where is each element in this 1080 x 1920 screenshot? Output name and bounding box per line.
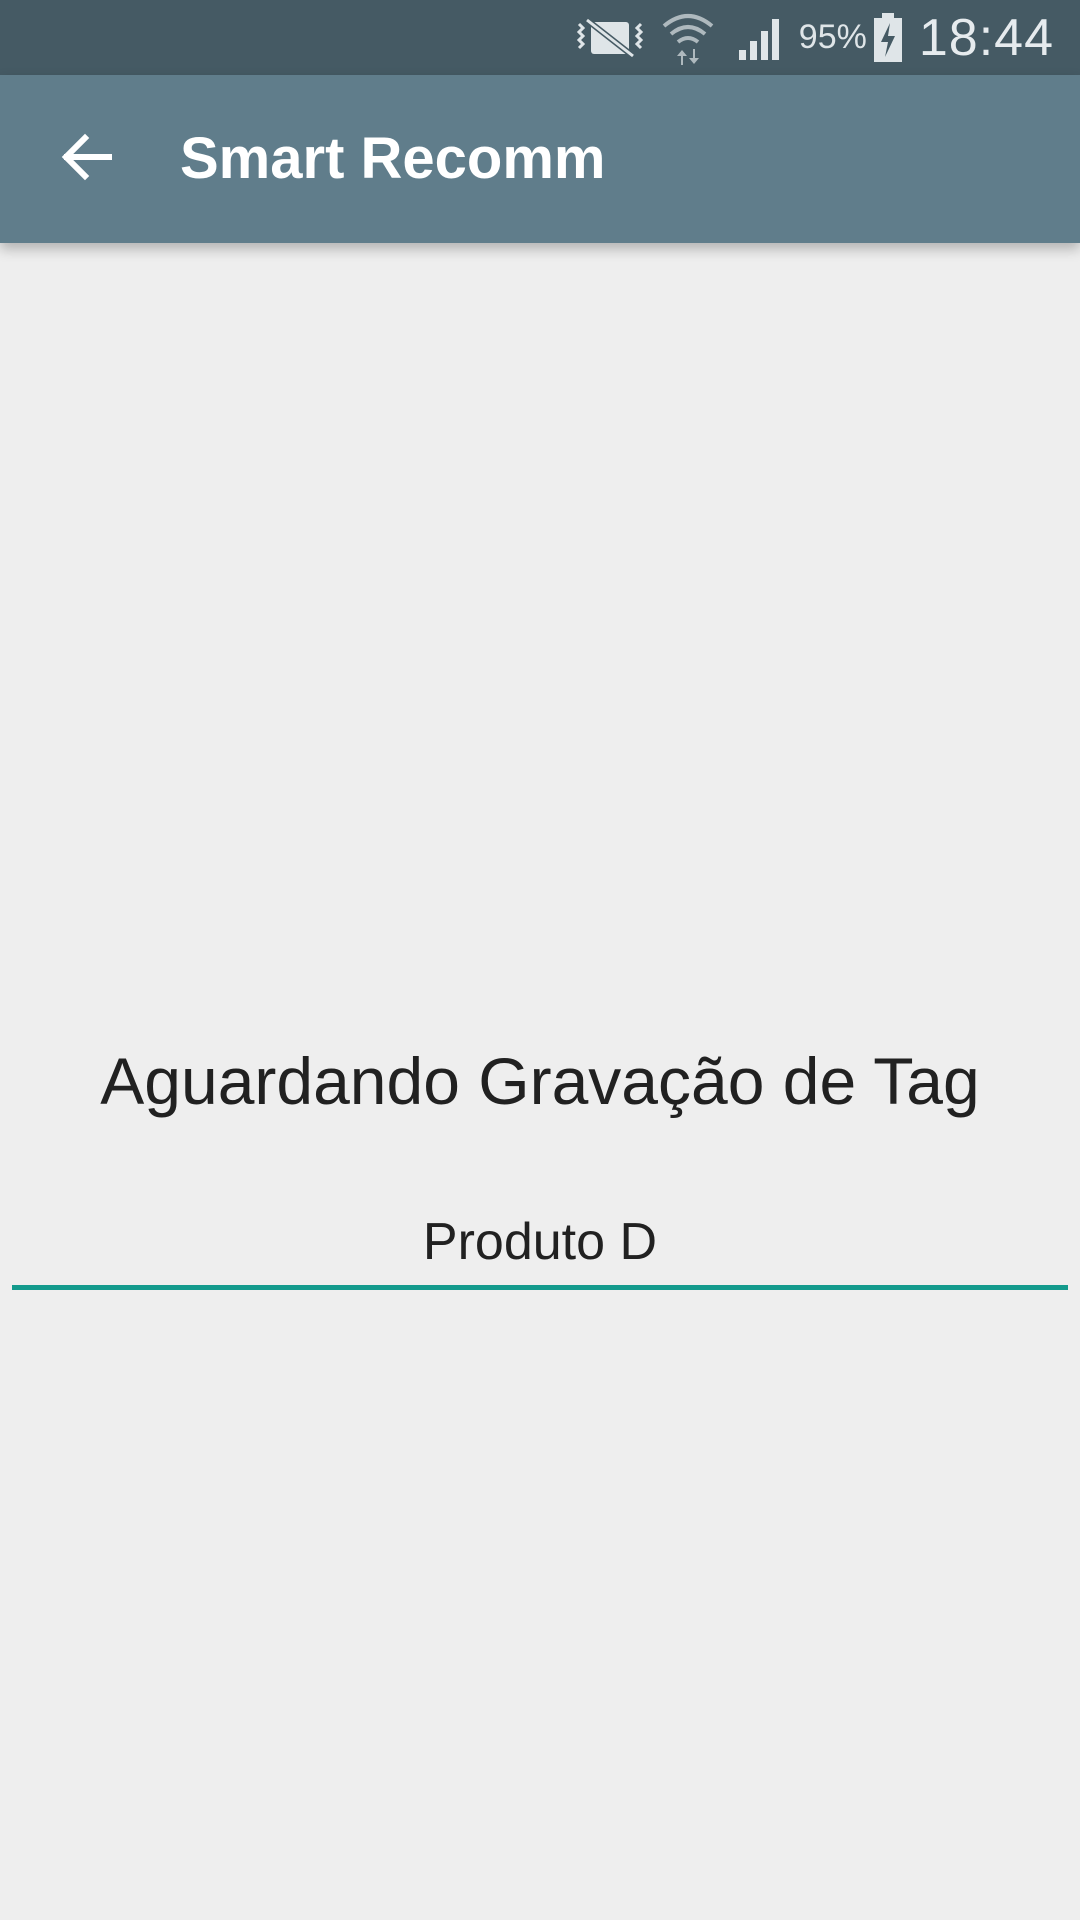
product-field[interactable] xyxy=(12,1198,1068,1290)
wifi-icon xyxy=(661,10,715,66)
app-title: Smart Recomm xyxy=(180,126,606,191)
status-icons: 95% 18:44 xyxy=(573,0,1054,75)
arrow-back-icon xyxy=(59,130,113,189)
status-bar: 95% 18:44 xyxy=(0,0,1080,75)
clock: 18:44 xyxy=(918,8,1054,67)
main-content: Aguardando Gravação de Tag xyxy=(0,243,1080,1920)
vibrate-icon xyxy=(573,16,647,60)
back-button[interactable] xyxy=(36,109,136,209)
battery-percent: 95% xyxy=(798,18,867,56)
signal-icon xyxy=(737,14,785,62)
status-heading: Aguardando Gravação de Tag xyxy=(100,1044,980,1118)
app-bar: Smart Recomm xyxy=(0,75,1080,243)
battery-charging-icon xyxy=(873,12,903,63)
